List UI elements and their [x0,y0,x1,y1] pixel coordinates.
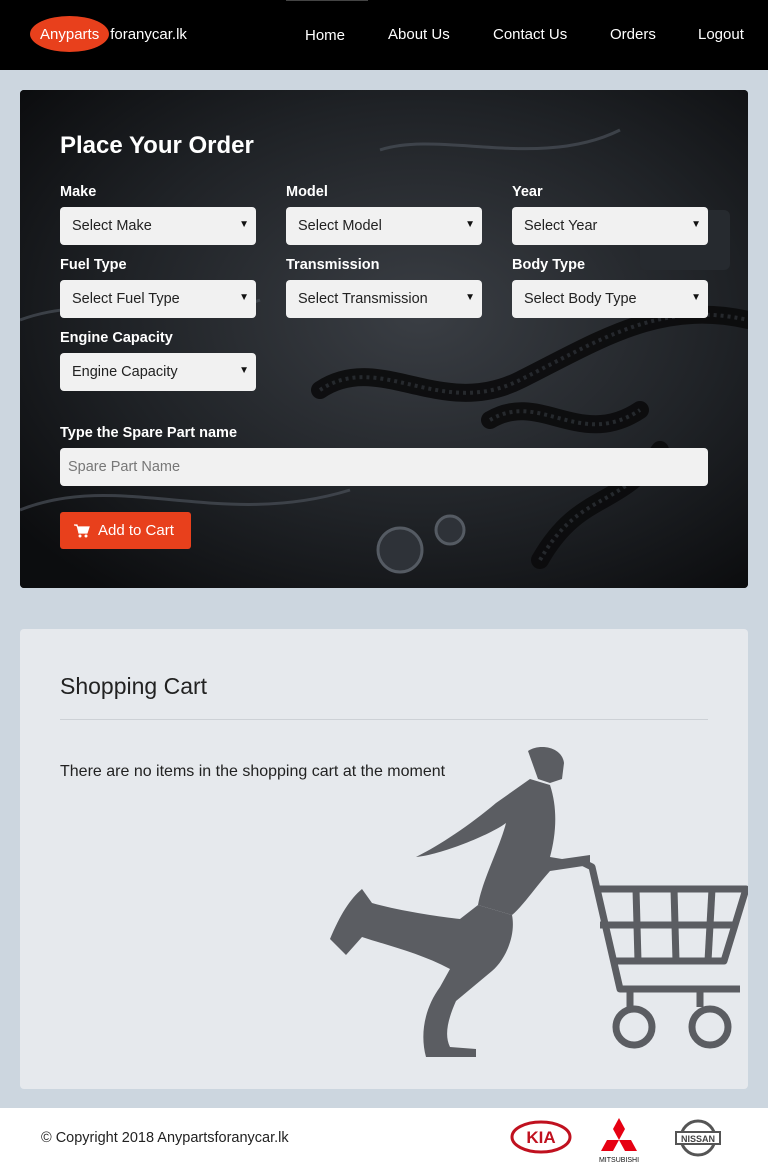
engine-capacity-select-value: Engine Capacity [72,364,178,380]
copyright-text: © Copyright 2018 Anypartsforanycar.lk [41,1130,289,1146]
engine-capacity-label: Engine Capacity [60,330,173,346]
fuel-type-label: Fuel Type [60,257,127,273]
body-type-select-value: Select Body Type [524,291,637,307]
kia-logo-icon: KIA [510,1120,572,1154]
nav-logout[interactable]: Logout [698,26,744,43]
mitsubishi-logo-icon: MITSUBISHI [599,1118,639,1164]
engine-capacity-select[interactable]: Engine Capacity ▼ [60,353,256,391]
shopping-cart-panel: Shopping Cart There are no items in the … [20,629,748,1089]
top-navbar: Anyparts foranycar.lk Home About Us Cont… [0,0,768,70]
footer: © Copyright 2018 Anypartsforanycar.lk KI… [0,1108,768,1169]
cart-title: Shopping Cart [60,673,208,699]
svg-text:KIA: KIA [526,1128,555,1147]
model-label: Model [286,184,328,200]
add-to-cart-label: Add to Cart [98,522,174,539]
nav-links: Home About Us Contact Us Orders Logout [0,0,768,70]
transmission-select-value: Select Transmission [298,291,428,307]
spare-part-label: Type the Spare Part name [60,425,238,441]
model-select-value: Select Model [298,218,382,234]
nissan-logo-icon: NISSAN [675,1119,721,1157]
chevron-down-icon: ▼ [239,219,249,230]
transmission-label: Transmission [286,257,380,273]
order-title: Place Your Order [60,132,254,159]
make-label: Make [60,184,97,200]
nav-contact-us[interactable]: Contact Us [493,26,567,43]
divider [60,719,708,720]
body-type-select[interactable]: Select Body Type ▼ [512,280,708,318]
cart-icon [74,523,90,537]
chevron-down-icon: ▼ [465,219,475,230]
model-select[interactable]: Select Model ▼ [286,207,482,245]
nav-about-us[interactable]: About Us [388,26,450,43]
body-type-label: Body Type [512,257,586,273]
fuel-type-select-value: Select Fuel Type [72,291,180,307]
nav-home[interactable]: Home [305,27,345,44]
order-panel: Place Your Order Make Select Make ▼ Mode… [20,90,748,588]
fuel-type-select[interactable]: Select Fuel Type ▼ [60,280,256,318]
svg-text:MITSUBISHI: MITSUBISHI [599,1157,639,1164]
make-select-value: Select Make [72,218,152,234]
transmission-select[interactable]: Select Transmission ▼ [286,280,482,318]
shopping-cart-illustration [330,747,748,1057]
chevron-down-icon: ▼ [691,292,701,303]
year-label: Year [512,184,543,200]
add-to-cart-button[interactable]: Add to Cart [60,512,191,549]
chevron-down-icon: ▼ [239,292,249,303]
spare-part-input[interactable]: Spare Part Name [60,448,708,486]
nav-orders[interactable]: Orders [610,26,656,43]
year-select-value: Select Year [524,218,598,234]
year-select[interactable]: Select Year ▼ [512,207,708,245]
make-select[interactable]: Select Make ▼ [60,207,256,245]
chevron-down-icon: ▼ [691,219,701,230]
chevron-down-icon: ▼ [239,365,249,376]
svg-text:NISSAN: NISSAN [681,1134,715,1144]
nav-active-indicator [286,0,368,1]
chevron-down-icon: ▼ [465,292,475,303]
spare-part-placeholder: Spare Part Name [68,459,181,475]
